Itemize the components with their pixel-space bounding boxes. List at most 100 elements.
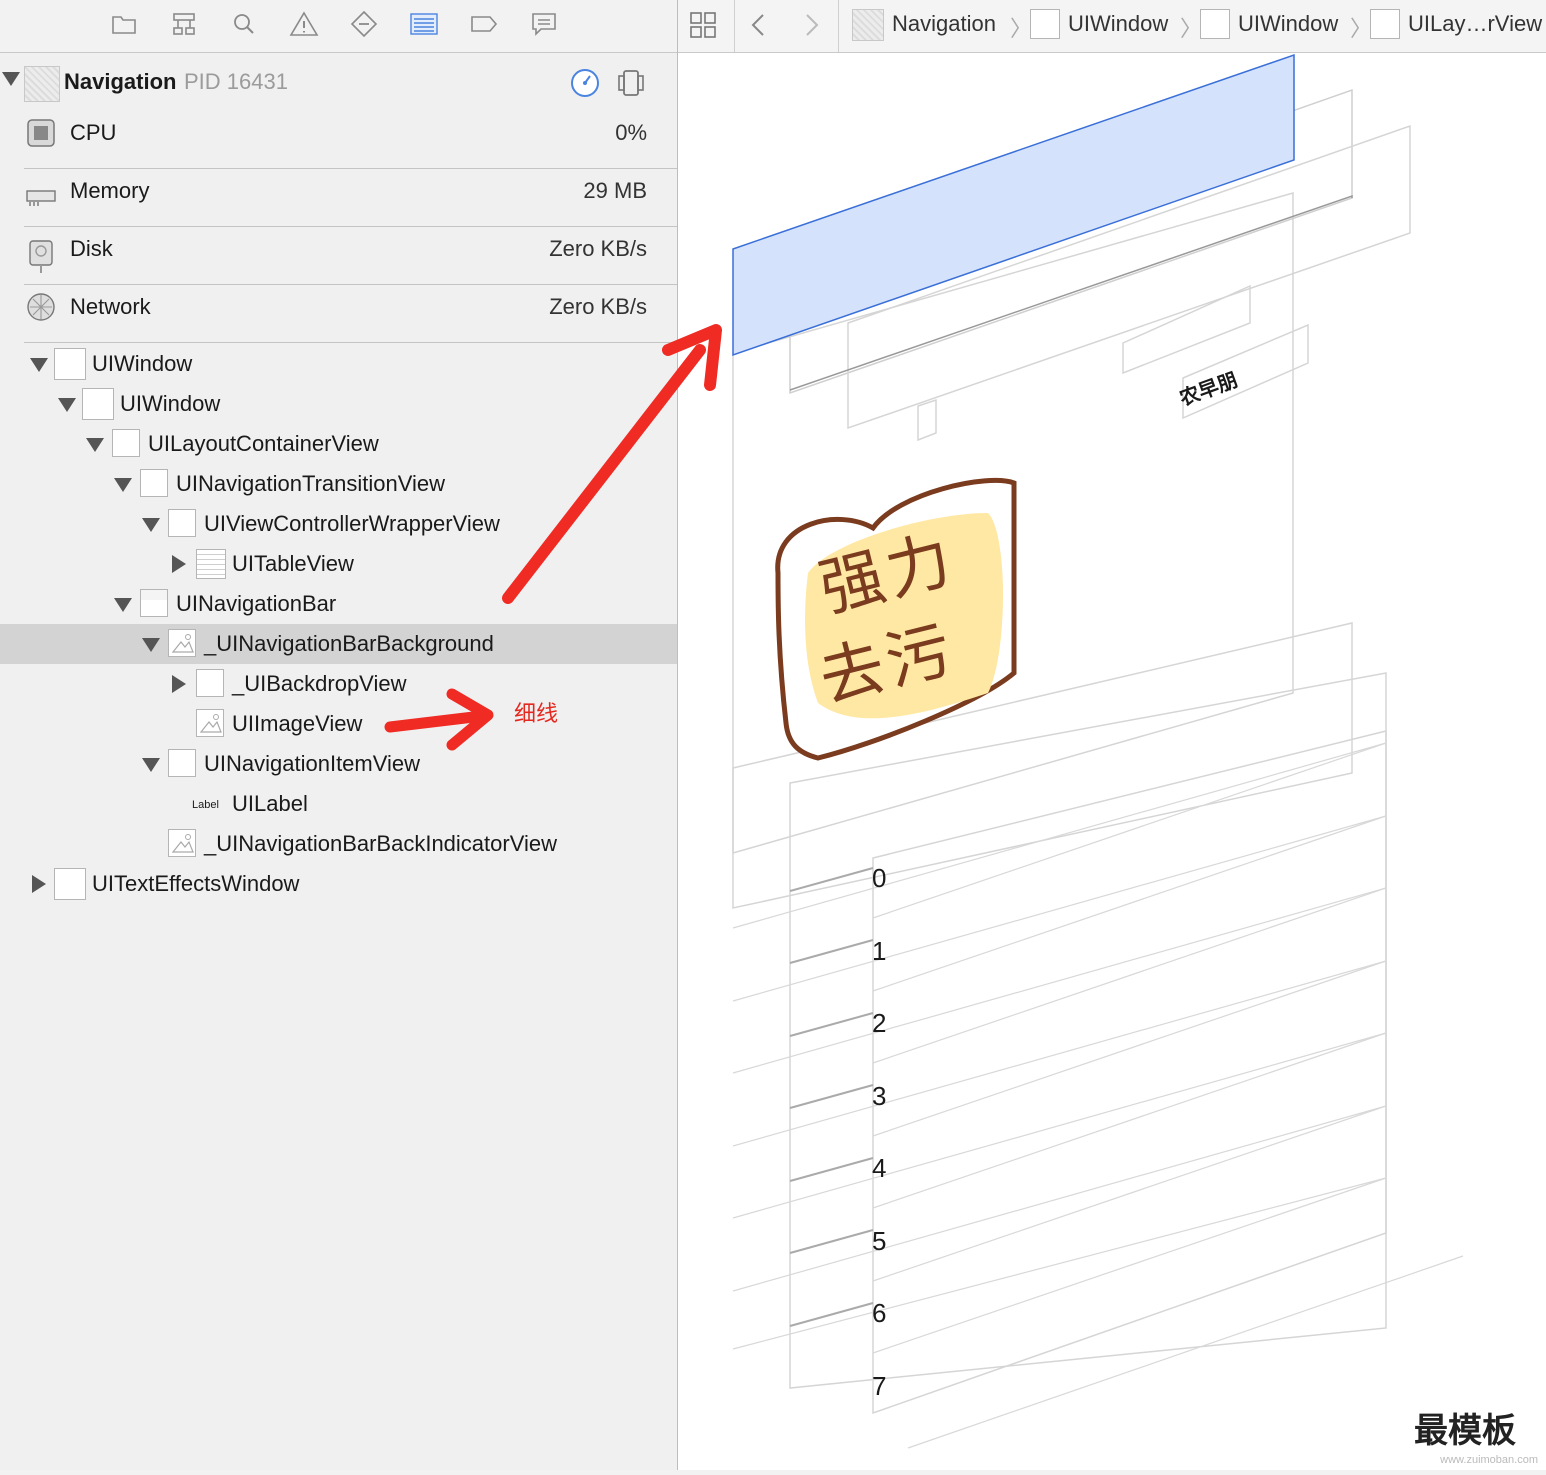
table-cell-label: 2 (872, 1008, 887, 1038)
divider (24, 342, 677, 343)
debug-icon[interactable] (406, 8, 442, 40)
device-icon[interactable] (616, 68, 646, 98)
view-icon (54, 868, 86, 900)
table-cell-label: 4 (872, 1153, 887, 1183)
process-row[interactable]: Navigation PID 16431 (0, 58, 677, 106)
tree-label: UILabel (232, 791, 308, 816)
tree-row-selected[interactable]: _UINavigationBarBackground (0, 624, 677, 664)
table-cell-label: 3 (872, 1081, 887, 1111)
metric-memory[interactable]: Memory 29 MB (0, 166, 677, 222)
app-icon (852, 9, 884, 41)
tree-row[interactable]: UITextEffectsWindow (0, 864, 677, 904)
disclosure-triangle-icon[interactable] (2, 72, 20, 86)
hierarchy-icon[interactable] (166, 8, 202, 40)
search-icon[interactable] (226, 8, 262, 40)
view-icon (1030, 9, 1060, 39)
tree-row[interactable]: UIImageView (0, 704, 677, 744)
metric-disk[interactable]: Disk Zero KB/s (0, 224, 677, 280)
view-icon (168, 509, 196, 537)
network-icon (26, 292, 56, 322)
highlighted-layer (732, 53, 1295, 357)
disclosure-triangle-icon[interactable] (114, 598, 132, 612)
image-view-icon (168, 829, 196, 857)
tree-label: UITableView (232, 551, 354, 576)
disclosure-triangle-icon[interactable] (86, 438, 104, 452)
view-icon (168, 749, 196, 777)
metric-label: Network (70, 294, 151, 319)
view-icon (112, 429, 140, 457)
table-cell-label: 6 (872, 1298, 887, 1328)
tree-row[interactable]: _UINavigationBarBackIndicatorView (0, 824, 677, 864)
breadcrumb-item[interactable]: Navigation (892, 11, 996, 37)
breakpoint-icon[interactable] (466, 8, 502, 40)
view-icon (140, 469, 168, 497)
breadcrumb-separator-icon: 〉 (1010, 16, 1033, 41)
watermark-logo: 最模板 (1414, 1411, 1516, 1451)
back-chevron-icon[interactable] (748, 12, 768, 38)
tree-row[interactable]: UINavigationItemView (0, 744, 677, 784)
breadcrumb-separator-icon: 〉 (1180, 16, 1203, 41)
disclosure-triangle-icon[interactable] (30, 358, 48, 372)
tree-label: UIWindow (92, 351, 193, 376)
forward-chevron-icon[interactable] (802, 12, 822, 38)
disclosure-triangle-icon[interactable] (142, 518, 160, 532)
tree-row[interactable]: UINavigationBar (0, 584, 677, 624)
tree-label: _UINavigationBarBackIndicatorView (204, 831, 557, 856)
exploded-view[interactable]: 农早朋 强力 去污 0 1 2 3 4 5 6 7 (678, 53, 1546, 1470)
metric-cpu[interactable]: CPU 0% (0, 108, 677, 164)
tree-row[interactable]: UILayoutContainerView (0, 424, 677, 464)
tree-row[interactable]: UIViewControllerWrapperView (0, 504, 677, 544)
breadcrumb-item[interactable]: UIWindow (1068, 11, 1168, 37)
metric-network[interactable]: Network Zero KB/s (0, 282, 677, 338)
tree-label: UITextEffectsWindow (92, 871, 300, 896)
disclosure-triangle-icon[interactable] (114, 478, 132, 492)
cpu-icon (26, 118, 56, 148)
warning-icon[interactable] (286, 8, 322, 40)
metric-value: Zero KB/s (549, 236, 647, 261)
view-icon (1370, 9, 1400, 39)
image-view-icon (168, 629, 196, 657)
breadcrumb-separator-icon: 〉 (1350, 16, 1373, 41)
disclosure-triangle-icon[interactable] (32, 875, 46, 893)
tree-label: UIWindow (120, 391, 221, 416)
process-name: Navigation (64, 69, 177, 94)
metric-value: Zero KB/s (549, 294, 647, 319)
grid-icon[interactable] (688, 10, 718, 40)
tree-row[interactable]: Label UILabel (0, 784, 677, 824)
disclosure-triangle-icon[interactable] (142, 638, 160, 652)
view-icon (196, 669, 224, 697)
tree-row[interactable]: UINavigationTransitionView (0, 464, 677, 504)
label-icon: Label (192, 799, 219, 811)
image-view-icon (196, 709, 224, 737)
metric-label: Memory (70, 178, 150, 203)
tree-label: UINavigationItemView (204, 751, 421, 776)
tree-label: UINavigationBar (176, 591, 337, 616)
tree-row[interactable]: UIWindow (0, 384, 677, 424)
disclosure-triangle-icon[interactable] (172, 555, 186, 573)
navigator-selector-bar (0, 0, 677, 53)
table-cell-label: 0 (872, 863, 887, 893)
table-view-icon (196, 549, 226, 579)
layer-stack (732, 53, 1464, 1449)
tree-label: UINavigationTransitionView (176, 471, 446, 496)
metric-value: 0% (615, 120, 647, 145)
tree-row[interactable]: UIWindow (0, 344, 677, 384)
table-cell-label: 7 (872, 1371, 887, 1401)
tree-row[interactable]: _UIBackdropView (0, 664, 677, 704)
app-icon (24, 66, 60, 102)
folder-icon[interactable] (106, 8, 142, 40)
metric-label: CPU (70, 120, 117, 145)
test-icon[interactable] (346, 8, 382, 40)
tree-row[interactable]: UITableView (0, 544, 677, 584)
disclosure-triangle-icon[interactable] (58, 398, 76, 412)
breadcrumb-item[interactable]: UIWindow (1238, 11, 1338, 37)
gauge-icon[interactable] (570, 68, 600, 98)
breadcrumb-item[interactable]: UILay…rView (1408, 11, 1542, 37)
metric-value: 29 MB (583, 178, 647, 203)
disk-icon (26, 234, 56, 273)
disclosure-triangle-icon[interactable] (142, 758, 160, 772)
tree-label: _UINavigationBarBackground (204, 631, 494, 656)
table-rows (732, 742, 1464, 1449)
disclosure-triangle-icon[interactable] (172, 675, 186, 693)
report-icon[interactable] (526, 8, 562, 40)
